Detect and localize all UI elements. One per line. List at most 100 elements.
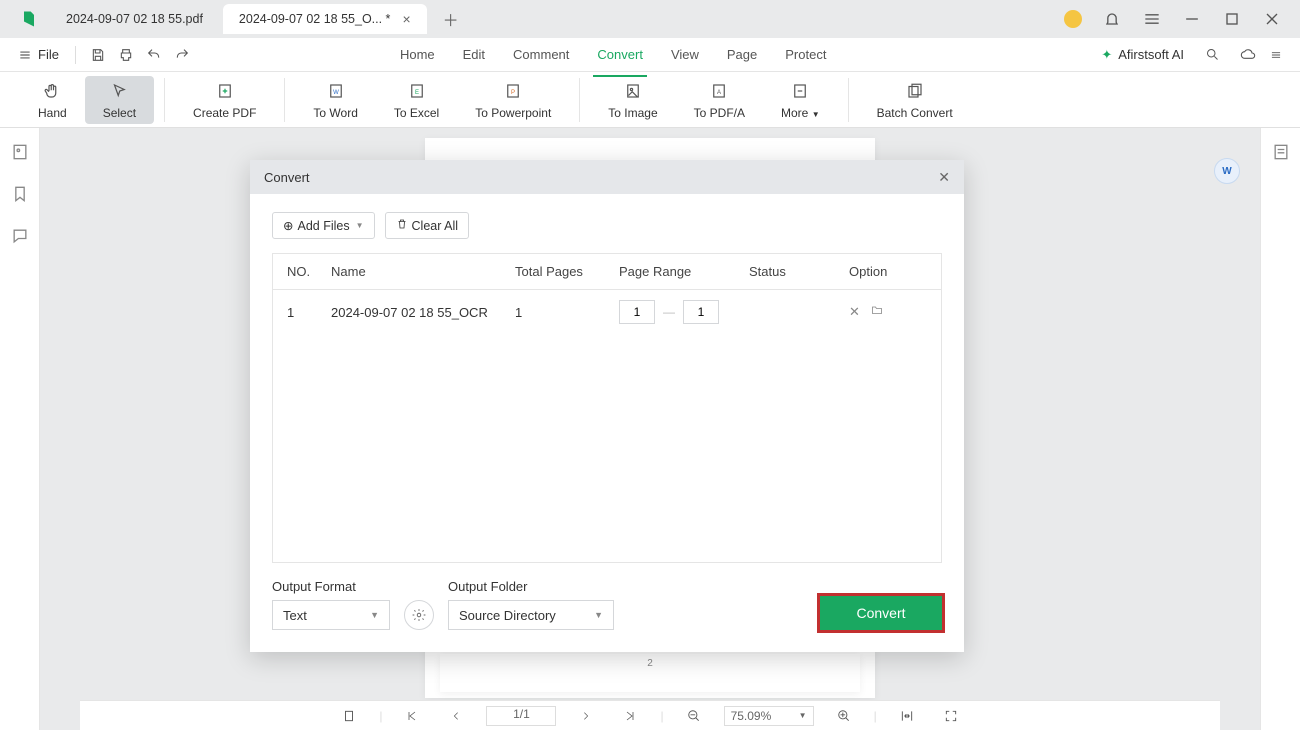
clear-all-button[interactable]: Clear All — [385, 212, 470, 239]
word-export-badge[interactable]: W — [1214, 158, 1240, 184]
menu-tabs: Home Edit Comment Convert View Page Prot… — [396, 41, 831, 68]
pdfa-icon: A — [708, 80, 730, 102]
close-icon[interactable]: ✕ — [938, 169, 950, 186]
convert-button[interactable]: Convert — [820, 596, 942, 630]
tab-label: 2024-09-07 02 18 55_O... * — [239, 12, 391, 26]
collapse-icon[interactable] — [1262, 41, 1290, 69]
table-header: NO. Name Total Pages Page Range Status O… — [273, 254, 941, 290]
last-page-icon[interactable] — [616, 702, 644, 730]
batch-icon — [904, 80, 926, 102]
files-table: NO. Name Total Pages Page Range Status O… — [272, 253, 942, 563]
ribbon-batch-convert[interactable]: Batch Convert — [859, 76, 971, 124]
redo-icon[interactable] — [168, 41, 196, 69]
maximize-icon[interactable] — [1222, 9, 1242, 29]
ribbon-select[interactable]: Select — [85, 76, 154, 124]
chevron-down-icon: ▼ — [799, 711, 807, 720]
chevron-down-icon: ▼ — [812, 110, 820, 119]
table-row[interactable]: 1 2024-09-07 02 18 55_OCR 1 — ✕ — [273, 290, 941, 334]
ribbon-to-image[interactable]: To Image — [590, 76, 675, 124]
file-label: File — [38, 47, 59, 62]
separator — [164, 78, 165, 122]
hand-icon — [41, 80, 63, 102]
image-icon — [622, 80, 644, 102]
ribbon-to-word[interactable]: W To Word — [295, 76, 375, 124]
right-sidebar — [1260, 128, 1300, 730]
divider — [75, 46, 76, 64]
cell-range: — — [619, 300, 749, 324]
tab-page[interactable]: Page — [723, 41, 761, 68]
zoom-select[interactable]: 75.09%▼ — [724, 706, 814, 726]
th-range: Page Range — [619, 264, 749, 279]
page-number-input[interactable]: 1/1 — [486, 706, 556, 726]
cell-option: ✕ — [849, 304, 927, 320]
ribbon-to-excel[interactable]: E To Excel — [376, 76, 457, 124]
dialog-toolbar: ⊕ Add Files ▼ Clear All — [272, 212, 942, 239]
first-page-icon[interactable] — [398, 702, 426, 730]
dialog-header: Convert ✕ — [250, 160, 964, 194]
tab-home[interactable]: Home — [396, 41, 439, 68]
ribbon-to-pdfa[interactable]: A To PDF/A — [676, 76, 763, 124]
left-sidebar — [0, 128, 40, 730]
fullscreen-icon[interactable] — [937, 702, 965, 730]
output-folder-select[interactable]: Source Directory ▼ — [448, 600, 614, 630]
ribbon-more[interactable]: More ▼ — [763, 76, 838, 124]
titlebar: 2024-09-07 02 18 55.pdf 2024-09-07 02 18… — [0, 0, 1300, 38]
search-icon[interactable] — [1198, 41, 1226, 69]
ribbon-to-ppt[interactable]: P To Powerpoint — [457, 76, 569, 124]
undo-icon[interactable] — [140, 41, 168, 69]
output-folder-field: Output Folder Source Directory ▼ — [448, 579, 614, 630]
close-icon[interactable]: × — [402, 11, 410, 27]
add-files-button[interactable]: ⊕ Add Files ▼ — [272, 212, 375, 239]
format-settings-button[interactable] — [404, 600, 434, 630]
dialog-footer: Output Format Text ▼ Output Folder Sourc… — [250, 563, 964, 652]
save-icon[interactable] — [84, 41, 112, 69]
plus-circle-icon: ⊕ — [283, 218, 293, 233]
tab-document-0[interactable]: 2024-09-07 02 18 55.pdf — [50, 4, 219, 34]
separator — [284, 78, 285, 122]
properties-icon[interactable] — [1271, 142, 1291, 162]
ai-button[interactable]: ✦ Afirstsoft AI — [1101, 47, 1184, 63]
page-layout-icon[interactable] — [335, 702, 363, 730]
word-icon: W — [325, 80, 347, 102]
range-dash: — — [663, 305, 675, 319]
tab-edit[interactable]: Edit — [459, 41, 489, 68]
remove-icon[interactable]: ✕ — [849, 304, 860, 320]
minimize-icon[interactable] — [1182, 9, 1202, 29]
tab-document-1[interactable]: 2024-09-07 02 18 55_O... * × — [223, 4, 427, 34]
thumbnails-icon[interactable] — [10, 142, 30, 162]
th-status: Status — [749, 264, 849, 279]
cursor-icon — [108, 80, 130, 102]
tab-protect[interactable]: Protect — [781, 41, 830, 68]
chevron-down-icon: ▼ — [370, 610, 379, 620]
new-tab-button[interactable]: ＋ — [439, 7, 463, 31]
tab-view[interactable]: View — [667, 41, 703, 68]
user-avatar[interactable] — [1064, 10, 1082, 28]
page-preview-2[interactable]: 2 — [440, 654, 860, 692]
svg-text:W: W — [333, 90, 339, 96]
folder-icon[interactable] — [870, 304, 884, 320]
tab-comment[interactable]: Comment — [509, 41, 573, 68]
bookmark-icon[interactable] — [10, 184, 30, 204]
zoom-out-icon[interactable] — [680, 702, 708, 730]
ribbon-create-pdf[interactable]: Create PDF — [175, 76, 274, 124]
ribbon-hand[interactable]: Hand — [20, 76, 85, 124]
statusbar: | 1/1 | 75.09%▼ | — [80, 700, 1220, 730]
range-from-input[interactable] — [619, 300, 655, 324]
print-icon[interactable] — [112, 41, 140, 69]
notification-icon[interactable] — [1102, 9, 1122, 29]
zoom-in-icon[interactable] — [830, 702, 858, 730]
fit-width-icon[interactable] — [893, 702, 921, 730]
prev-page-icon[interactable] — [442, 702, 470, 730]
cloud-icon[interactable] — [1234, 41, 1262, 69]
menu-icon[interactable] — [1142, 9, 1162, 29]
more-icon — [789, 80, 811, 102]
th-pages: Total Pages — [515, 264, 619, 279]
file-menu-button[interactable]: File — [10, 43, 67, 66]
output-format-select[interactable]: Text ▼ — [272, 600, 390, 630]
next-page-icon[interactable] — [572, 702, 600, 730]
comment-icon[interactable] — [10, 226, 30, 246]
cell-pages: 1 — [515, 305, 619, 320]
range-to-input[interactable] — [683, 300, 719, 324]
close-window-icon[interactable] — [1262, 9, 1282, 29]
tab-convert[interactable]: Convert — [593, 41, 647, 68]
